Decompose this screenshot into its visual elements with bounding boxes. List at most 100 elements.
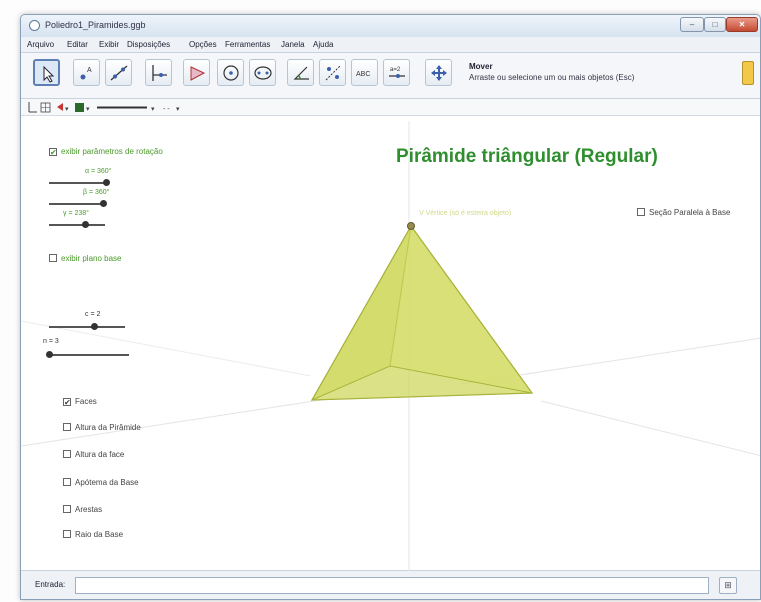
text-tool-button[interactable]: ABC xyxy=(351,59,378,86)
title-bar[interactable]: Poliedro1_Piramides.ggb – □ ✕ xyxy=(21,15,760,37)
tool-help-name: Mover xyxy=(469,62,493,71)
base-apothem-checkbox[interactable]: Apótema da Base xyxy=(63,478,139,487)
checkbox-label: Apótema da Base xyxy=(75,478,139,487)
reflect-tool-button[interactable] xyxy=(319,59,346,86)
menu-arquivo[interactable]: Arquivo xyxy=(27,40,54,49)
checkbox-box[interactable] xyxy=(637,208,645,216)
svg-text:▾: ▾ xyxy=(65,106,69,113)
checkbox-box[interactable] xyxy=(49,254,57,262)
minimize-button[interactable]: – xyxy=(680,17,704,32)
menu-opcoes[interactable]: Opções xyxy=(189,40,217,49)
checkbox-box[interactable]: ✔ xyxy=(49,148,57,157)
menu-ajuda[interactable]: Ajuda xyxy=(313,40,333,49)
label-style-icon[interactable]: - - ▾ xyxy=(163,106,180,113)
apex-point[interactable] xyxy=(407,222,415,230)
perpendicular-tool-button[interactable] xyxy=(145,59,172,86)
svg-text:▾: ▾ xyxy=(86,106,90,113)
input-bar: Entrada: ⊞ xyxy=(21,571,760,599)
menu-disposicoes[interactable]: Disposições xyxy=(127,40,170,49)
faces-checkbox[interactable]: ✔ Faces xyxy=(63,397,97,407)
base-plane-checkbox[interactable]: exibir plano base xyxy=(49,254,121,263)
apex-label: V Vértice (só é esteira objeto) xyxy=(419,210,512,217)
line-icon xyxy=(110,65,128,81)
reflect-icon xyxy=(325,65,341,81)
maximize-button[interactable]: □ xyxy=(704,17,726,32)
move-graphics-tool-button[interactable] xyxy=(425,59,452,86)
slider-alpha-knob[interactable] xyxy=(102,179,110,186)
slider-gamma-track[interactable] xyxy=(49,224,105,226)
parallel-section-checkbox[interactable]: Seção Paralela à Base xyxy=(637,208,730,217)
3d-scene xyxy=(21,121,760,571)
point-icon: A xyxy=(80,67,92,80)
grid-toggle-icon[interactable] xyxy=(40,102,51,113)
point-capture-icon[interactable]: ▾ xyxy=(57,103,69,113)
slider-beta-label: β = 360° xyxy=(83,189,110,196)
svg-text:ABC: ABC xyxy=(356,71,370,78)
move-cross-icon xyxy=(431,65,447,81)
slider-c-track[interactable] xyxy=(49,326,125,328)
slider-n-knob[interactable] xyxy=(45,351,53,358)
pyramid-height-checkbox[interactable]: Altura da Pirâmide xyxy=(63,423,141,432)
polygon-icon xyxy=(190,66,206,81)
checkbox-label: exibir plano base xyxy=(61,254,122,263)
menu-exibir[interactable]: Exibir xyxy=(99,40,119,49)
input-help-button[interactable]: ⊞ xyxy=(719,577,737,594)
svg-text:A: A xyxy=(87,67,92,74)
checkbox-box[interactable] xyxy=(63,530,71,538)
checkbox-box[interactable]: ✔ xyxy=(63,398,71,407)
text-icon: ABC xyxy=(356,71,370,78)
close-button[interactable]: ✕ xyxy=(726,17,758,32)
help-icon[interactable] xyxy=(742,61,754,85)
svg-text:▾: ▾ xyxy=(176,106,180,113)
axes-toggle-icon[interactable] xyxy=(28,102,37,113)
slider-alpha-track[interactable] xyxy=(49,182,109,184)
menu-editar[interactable]: Editar xyxy=(67,40,88,49)
slider-tool-button[interactable]: a=2 xyxy=(383,59,410,86)
checkbox-label: Raio da Base xyxy=(75,530,124,539)
menu-ferramentas[interactable]: Ferramentas xyxy=(225,40,270,49)
move-tool-button[interactable] xyxy=(33,59,60,86)
checkbox-box[interactable] xyxy=(63,478,71,486)
rotation-params-checkbox[interactable]: ✔ exibir parâmetros de rotação xyxy=(49,147,163,157)
polygon-tool-button[interactable] xyxy=(183,59,210,86)
line-style-icon[interactable]: ▾ xyxy=(97,106,155,113)
input-field[interactable] xyxy=(75,577,709,594)
circle-tool-button[interactable] xyxy=(217,59,244,86)
checkbox-box[interactable] xyxy=(63,505,71,513)
ellipse-icon xyxy=(254,66,272,80)
slider-beta-track[interactable] xyxy=(49,203,105,205)
style-bar: ▾ ▾ ▾ - - ▾ xyxy=(21,99,760,116)
tool-help-description: Arraste ou selecione um ou mais objetos … xyxy=(469,73,635,82)
window-title: Poliedro1_Piramides.ggb xyxy=(45,20,146,30)
base-radius-checkbox[interactable]: Raio da Base xyxy=(63,530,123,539)
angle-tool-button[interactable] xyxy=(287,59,314,86)
menu-bar: Arquivo Editar Exibir Disposições Opções… xyxy=(21,37,760,53)
checkbox-label: Arestas xyxy=(75,505,103,514)
svg-text:- -: - - xyxy=(163,106,170,113)
svg-text:▾: ▾ xyxy=(151,106,155,113)
line-tool-button[interactable] xyxy=(105,59,132,86)
color-picker-icon[interactable]: ▾ xyxy=(75,103,90,113)
checkbox-label: Seção Paralela à Base xyxy=(649,208,731,217)
perpendicular-icon xyxy=(152,65,167,81)
checkbox-label: Altura da face xyxy=(75,450,125,459)
page-title: Pirâmide triângular (Regular) xyxy=(396,146,658,167)
slider-c-label: c = 2 xyxy=(85,311,101,318)
point-tool-button[interactable]: A xyxy=(73,59,100,86)
checkbox-box[interactable] xyxy=(63,450,71,458)
angle-icon xyxy=(293,66,309,80)
slider-n-track[interactable] xyxy=(49,354,129,356)
arrow-cursor-icon xyxy=(43,65,55,83)
graphics-view[interactable]: Pirâmide triângular (Regular) V Vértice … xyxy=(21,116,760,571)
slider-icon: a=2 xyxy=(389,67,405,78)
conic-tool-button[interactable] xyxy=(249,59,276,86)
circle-icon xyxy=(223,65,239,81)
face-height-checkbox[interactable]: Altura da face xyxy=(63,450,124,459)
checkbox-label: Altura da Pirâmide xyxy=(75,423,141,432)
menu-janela[interactable]: Janela xyxy=(281,40,305,49)
geogebra-window: Poliedro1_Piramides.ggb – □ ✕ Arquivo Ed… xyxy=(20,14,761,600)
edges-checkbox[interactable]: Arestas xyxy=(63,505,102,514)
geogebra-app-icon xyxy=(29,20,40,31)
checkbox-box[interactable] xyxy=(63,423,71,431)
pyramid[interactable] xyxy=(310,222,534,402)
